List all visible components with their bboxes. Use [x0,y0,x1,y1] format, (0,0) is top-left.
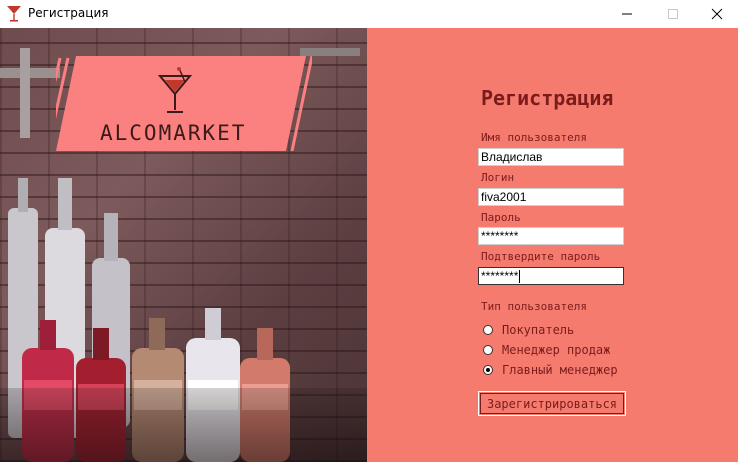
radio-sales-manager-label: Менеджер продаж [502,343,611,357]
radio-button-icon[interactable] [483,325,493,335]
user-type-label: Тип пользователя [481,300,587,313]
radio-head-manager[interactable]: Главный менеджер [483,363,618,377]
logo-stripes [282,56,312,151]
maximize-button[interactable] [650,0,696,28]
text-caret [519,270,521,284]
radio-head-manager-label: Главный менеджер [502,363,618,377]
radio-buyer-label: Покупатель [502,323,575,337]
confirm-password-value: ******** [481,269,519,283]
minimize-button[interactable] [604,0,650,28]
login-label: Логин [481,171,515,184]
registration-window: Регистрация ALCOMARKET Регистрация Имя п… [0,0,738,462]
radio-sales-manager[interactable]: Менеджер продаж [483,343,610,357]
close-button[interactable] [694,0,738,28]
registration-form: Регистрация Имя пользователя Владислав Л… [367,28,738,462]
radio-button-checked-icon[interactable] [483,365,493,375]
cocktail-glass-icon [6,5,22,23]
bar-counter [0,388,367,462]
register-button[interactable]: Зарегистрироваться [478,391,626,416]
radio-button-icon[interactable] [483,345,493,355]
bar-photo: ALCOMARKET [0,28,367,462]
title-bar: Регистрация [0,0,738,28]
username-label: Имя пользователя [481,131,587,144]
radio-buyer[interactable]: Покупатель [483,323,574,337]
maximize-icon [668,9,678,19]
minimize-icon [622,13,632,15]
confirm-password-label: Подтвердите пароль [481,250,601,263]
close-icon [711,8,723,20]
window-title: Регистрация [28,6,109,20]
confirm-password-field[interactable]: ******** [478,267,624,285]
martini-glass-icon [157,67,193,113]
password-label: Пароль [481,211,521,224]
form-heading: Регистрация [481,86,614,110]
password-field[interactable]: ******** [478,227,624,245]
logo-text: ALCOMARKET [100,121,247,145]
username-field[interactable]: Владислав [478,148,624,166]
login-field[interactable]: fiva2001 [478,188,624,206]
